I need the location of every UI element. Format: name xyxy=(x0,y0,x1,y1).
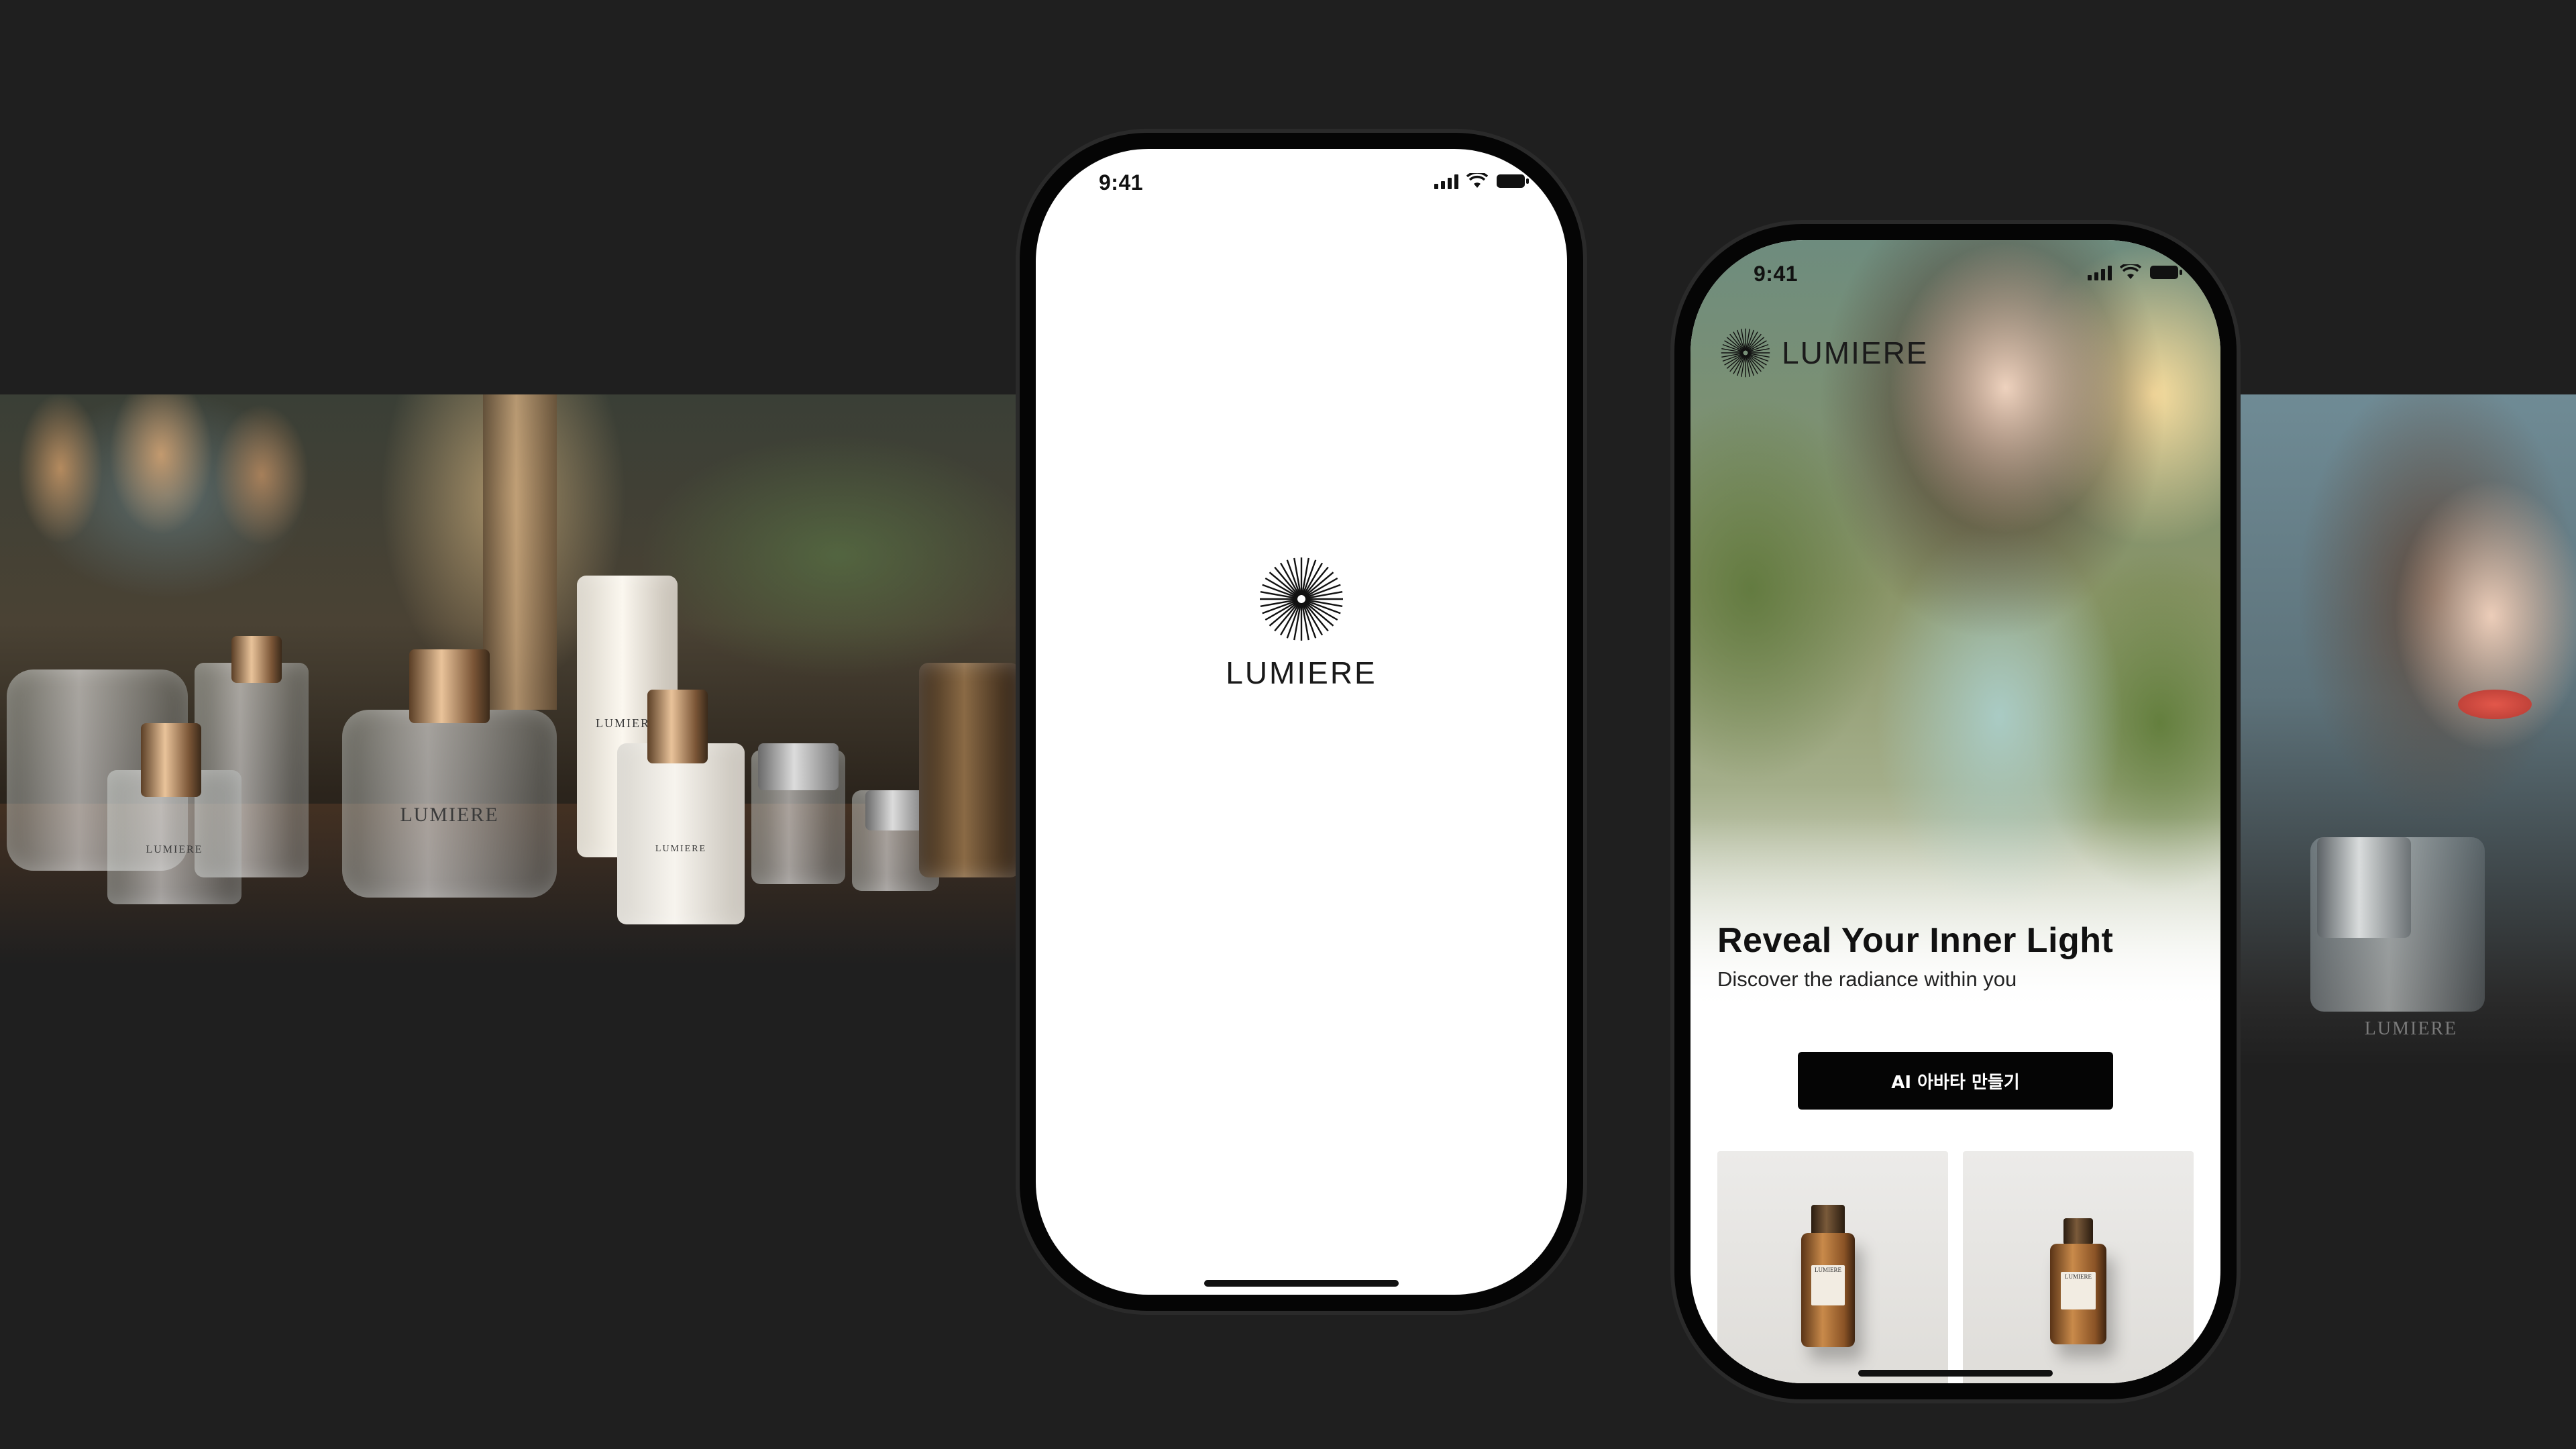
bottle-label: LUMIERE xyxy=(2364,1018,2458,1039)
status-bar: 9:41 xyxy=(1036,149,1567,216)
hero-title: Reveal Your Inner Light xyxy=(1717,921,2114,960)
bottle-cap xyxy=(141,723,201,797)
bottle-label: LUMIERE xyxy=(655,844,707,854)
product-card[interactable]: LUMIERE xyxy=(1963,1151,2194,1383)
splash-screen: 9:41 LUMIERE xyxy=(1036,149,1567,1295)
right-banner-photo: LUMIERE xyxy=(2237,394,2576,1065)
product-label-text: LUMIERE xyxy=(1815,1267,1841,1273)
home-indicator[interactable] xyxy=(1858,1370,2053,1377)
status-time: 9:41 xyxy=(1754,262,1799,286)
product-card[interactable]: LUMIERE xyxy=(1717,1151,1948,1383)
window-frame xyxy=(483,394,557,710)
product-grid: LUMIERE LUMIERE xyxy=(1717,1151,2194,1383)
battery-icon xyxy=(1496,173,1529,189)
app-header: LUMIERE xyxy=(1720,327,1928,378)
brand-name: LUMIERE xyxy=(1226,655,1377,690)
bottle-cap xyxy=(231,636,282,683)
sunburst-icon[interactable] xyxy=(1720,327,1771,378)
bottle-cap xyxy=(865,790,926,830)
pampas-grass-image xyxy=(7,394,329,582)
hero-subtitle: Discover the radiance within you xyxy=(1717,967,2017,991)
sunburst-icon xyxy=(1260,557,1343,641)
wifi-icon xyxy=(2120,264,2141,280)
bottle-cap xyxy=(409,649,490,723)
status-icons xyxy=(1434,173,1529,189)
phone-splash-screen: 9:41 LUMIERE xyxy=(1020,133,1583,1311)
status-time: 9:41 xyxy=(1099,170,1144,195)
bottle-cap xyxy=(758,743,839,790)
bottle-cap xyxy=(2317,837,2411,938)
bottle-label: LUMIERE xyxy=(400,804,499,826)
splash-logo: LUMIERE xyxy=(1036,555,1567,691)
battery-icon xyxy=(2149,264,2183,280)
amber-bottle xyxy=(919,663,1020,877)
brand-name: LUMIERE xyxy=(1782,335,1929,370)
product-label: LUMIERE xyxy=(1811,1265,1845,1305)
phone-home-screen: 9:41 LUMIERE Reveal Your Inner Light Dis… xyxy=(1674,224,2237,1399)
product-cap xyxy=(1811,1205,1845,1236)
home-screen: 9:41 LUMIERE Reveal Your Inner Light Dis… xyxy=(1690,240,2220,1383)
product-label: LUMIERE xyxy=(2061,1272,2096,1309)
create-ai-avatar-button[interactable]: AI 아바타 만들기 xyxy=(1798,1052,2113,1110)
product-label-text: LUMIERE xyxy=(2065,1273,2092,1280)
left-banner-photo: LUMIERE LUMIERE LUMIERE LUMIERE xyxy=(0,394,1023,966)
dropper-cap xyxy=(647,690,708,763)
model-lips xyxy=(2458,690,2532,719)
status-bar: 9:41 xyxy=(1690,240,2220,307)
product-cap xyxy=(2063,1218,2093,1245)
signal-icon xyxy=(1434,174,1458,189)
bottle-label: LUMIERE xyxy=(146,844,203,855)
status-icons xyxy=(2088,264,2183,280)
dropper-bottle: LUMIERE xyxy=(617,743,745,924)
home-indicator[interactable] xyxy=(1204,1280,1399,1287)
wifi-icon xyxy=(1466,173,1488,189)
signal-icon xyxy=(2088,266,2112,280)
perfume-jar: LUMIERE xyxy=(342,710,557,898)
